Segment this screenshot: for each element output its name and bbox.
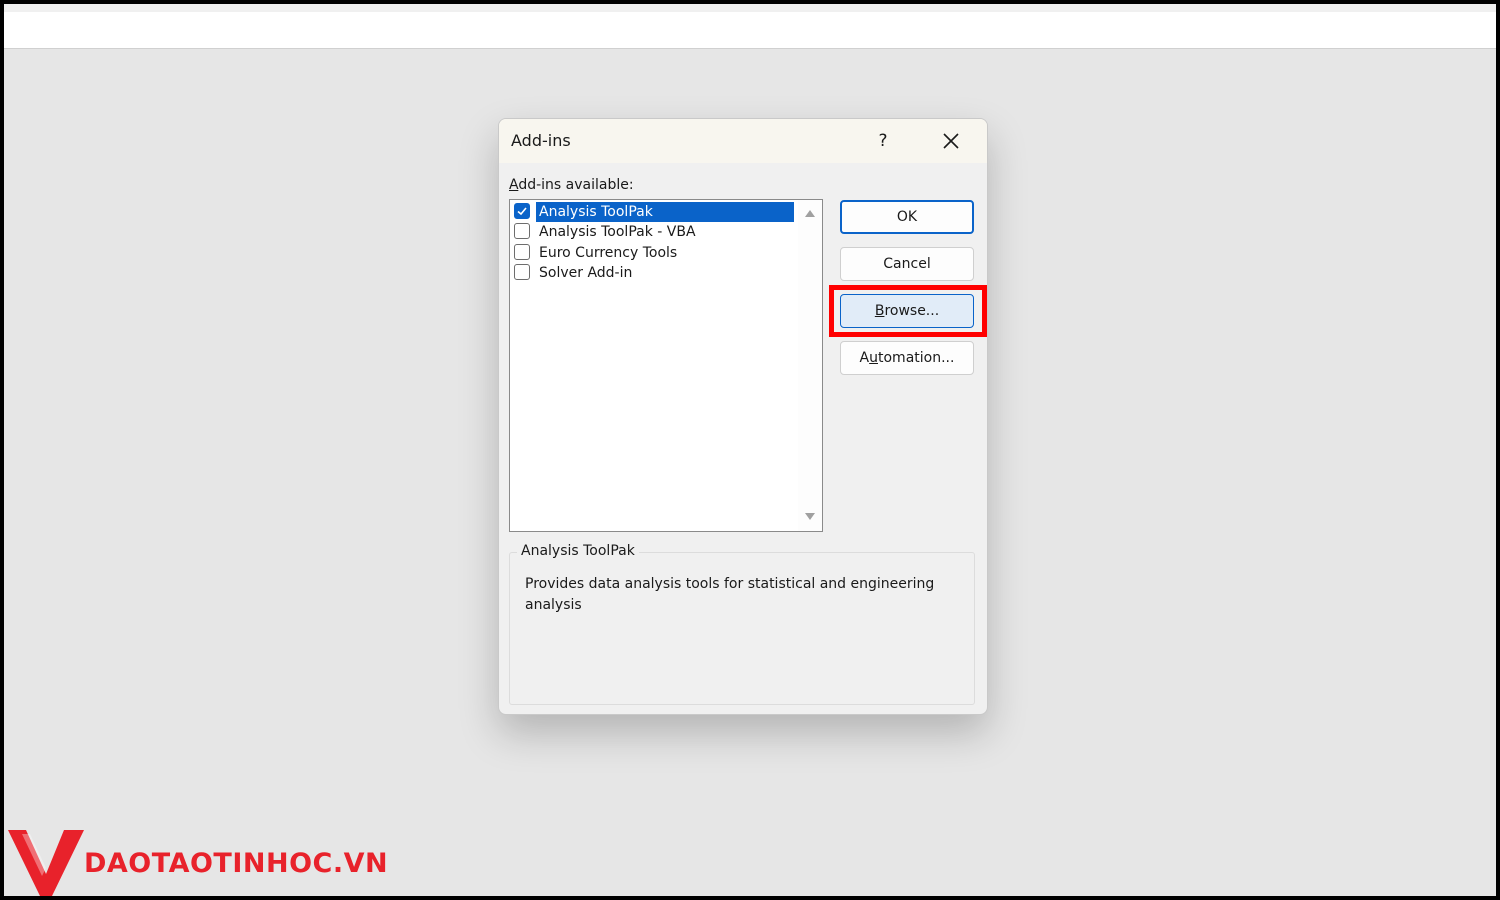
analysis-toolpak-vba-checkbox[interactable] [514,223,530,239]
browse-highlight-box [829,285,987,337]
add-ins-listbox[interactable]: Analysis ToolPak Analysis ToolPak - VBA … [509,199,823,532]
checkmark-icon [517,207,527,216]
listbox-scrollbar[interactable] [798,200,822,531]
dialog-titlebar: Add-ins ? [499,119,987,163]
list-item-euro-currency-tools[interactable]: Euro Currency Tools [512,243,794,263]
analysis-toolpak-checkbox[interactable] [514,203,530,219]
window-top-strip [4,4,1496,12]
list-item-analysis-toolpak-vba[interactable]: Analysis ToolPak - VBA [512,222,794,242]
list-item-analysis-toolpak[interactable]: Analysis ToolPak [512,202,794,222]
description-text: Provides data analysis tools for statist… [525,576,935,613]
brand-watermark-text: DAOTAOTINHOC.VN [84,848,389,879]
list-item-solver-add-in[interactable]: Solver Add-in [512,263,794,283]
euro-currency-tools-checkbox[interactable] [514,244,530,260]
brand-logo-icon [8,830,84,896]
add-ins-available-label: Add-ins available: [509,177,634,193]
list-item-label: Solver Add-in [539,265,633,281]
scroll-down-arrow-icon[interactable] [804,512,816,522]
list-item-label: Euro Currency Tools [539,245,678,261]
ok-button[interactable]: OK [840,200,974,234]
description-title: Analysis ToolPak [517,543,639,559]
automation-button[interactable]: Automation... [840,341,974,375]
solver-add-in-checkbox[interactable] [514,264,530,280]
excel-window-background: Add-ins ? Add-ins available: Analysis To… [4,4,1496,896]
close-icon [943,133,959,149]
add-ins-dialog: Add-ins ? Add-ins available: Analysis To… [498,118,988,715]
list-item-label: Analysis ToolPak - VBA [539,224,696,240]
dialog-title: Add-ins [511,131,571,150]
list-item-label: Analysis ToolPak [536,202,794,222]
close-button[interactable] [935,125,967,157]
formula-bar-area [4,12,1496,49]
help-button[interactable]: ? [867,125,899,157]
cancel-button[interactable]: Cancel [840,247,974,281]
scroll-up-arrow-icon[interactable] [804,208,816,218]
